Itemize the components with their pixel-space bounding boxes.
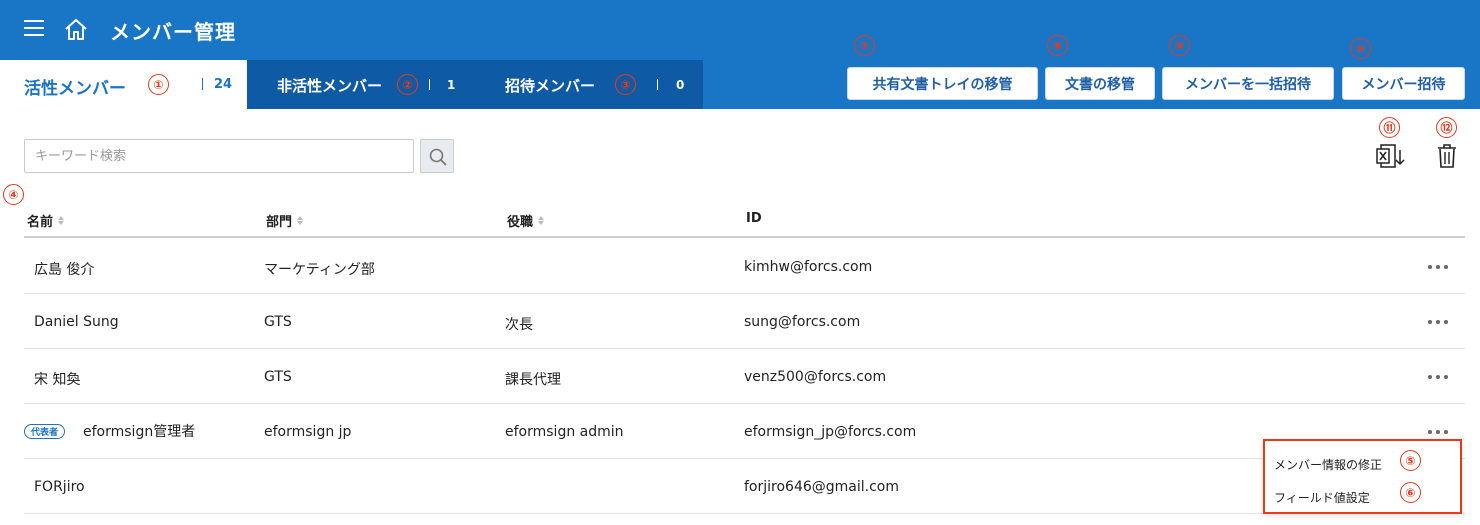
cell-name: 広島 俊介 xyxy=(34,262,95,278)
cell-name: 宋 知奐 xyxy=(34,372,81,388)
trash-icon[interactable] xyxy=(1436,143,1458,169)
annotation-marker-7: ⑦ xyxy=(854,35,875,56)
table-header-divider xyxy=(24,236,1465,238)
tab-divider xyxy=(202,78,203,90)
annotation-marker-12: ⑫ xyxy=(1436,117,1457,138)
tab-count: 1 xyxy=(447,78,456,92)
more-options-icon[interactable] xyxy=(1428,265,1448,269)
tab-count: 0 xyxy=(676,78,685,92)
row-context-menu: メンバー情報の修正 フィールド値設定 xyxy=(1263,439,1462,514)
tab-inactive-members[interactable]: 非活性メンバー 1 xyxy=(247,60,475,109)
tab-count: 24 xyxy=(214,77,233,92)
tab-label: 活性メンバー xyxy=(24,79,126,99)
menu-item-edit-member[interactable]: メンバー情報の修正 xyxy=(1274,456,1382,473)
cell-name: FORjiro xyxy=(34,479,85,495)
search-input[interactable] xyxy=(24,139,414,173)
cell-id: forjiro646@gmail.com xyxy=(744,479,899,495)
search-icon xyxy=(429,148,447,166)
more-options-icon[interactable] xyxy=(1428,320,1448,324)
page-title: メンバー管理 xyxy=(110,20,236,44)
tab-label: 非活性メンバー xyxy=(277,77,383,95)
sort-icon xyxy=(297,216,304,225)
cell-dept: GTS xyxy=(264,314,292,330)
search-button[interactable] xyxy=(420,139,454,173)
cell-id: eformsign_jp@forcs.com xyxy=(744,424,917,440)
cell-id: kimhw@forcs.com xyxy=(744,259,873,275)
sort-icon xyxy=(58,216,65,225)
more-options-icon[interactable] xyxy=(1428,375,1448,379)
table-row[interactable]: 宋 知奐 GTS 課長代理 venz500@forcs.com xyxy=(24,349,1465,404)
annotation-marker-11: ⑪ xyxy=(1379,117,1400,138)
column-header-role[interactable]: 役職 xyxy=(507,211,545,230)
table-row[interactable]: 広島 俊介 マーケティング部 kimhw@forcs.com xyxy=(24,239,1465,294)
transfer-documents-button[interactable]: 文書の移管 xyxy=(1045,67,1155,100)
hamburger-icon[interactable] xyxy=(24,20,44,38)
transfer-shared-tray-button[interactable]: 共有文書トレイの移管 xyxy=(847,67,1038,100)
cell-role: eformsign admin xyxy=(505,424,624,440)
annotation-marker-3: ③ xyxy=(615,74,636,95)
column-header-label: 役職 xyxy=(507,215,534,230)
annotation-marker-10: ⑩ xyxy=(1350,38,1371,59)
cell-dept: eformsign jp xyxy=(264,424,352,440)
column-header-label: 部門 xyxy=(266,215,293,230)
cell-id: sung@forcs.com xyxy=(744,314,861,330)
tab-divider xyxy=(429,79,430,90)
menu-item-field-value[interactable]: フィールド値設定 xyxy=(1274,489,1370,506)
annotation-marker-6: ⑥ xyxy=(1400,482,1421,503)
sort-icon xyxy=(538,216,545,225)
cell-role: 次長 xyxy=(505,317,533,333)
cell-role: 課長代理 xyxy=(505,372,561,388)
bulk-invite-button[interactable]: メンバーを一括招待 xyxy=(1162,67,1334,100)
table-row[interactable]: FORjiro forjiro646@gmail.com xyxy=(24,459,1465,514)
annotation-marker-1: ① xyxy=(148,74,169,95)
cell-id: venz500@forcs.com xyxy=(744,369,887,385)
table-row[interactable]: Daniel Sung GTS 次長 sung@forcs.com xyxy=(24,294,1465,349)
tab-label: 招待メンバー xyxy=(505,77,596,95)
column-header-id: ID xyxy=(746,211,762,226)
column-header-label: 名前 xyxy=(27,215,54,230)
column-header-name[interactable]: 名前 xyxy=(27,211,65,230)
column-header-dept[interactable]: 部門 xyxy=(266,211,304,230)
home-icon[interactable] xyxy=(63,17,89,41)
table-row[interactable]: 代表者 eformsign管理者 eformsign jp eformsign … xyxy=(24,404,1465,459)
representative-badge: 代表者 xyxy=(24,424,66,439)
cell-name: Daniel Sung xyxy=(34,314,119,330)
cell-dept: マーケティング部 xyxy=(264,262,375,278)
excel-download-icon[interactable] xyxy=(1375,142,1407,170)
cell-dept: GTS xyxy=(264,369,292,385)
annotation-marker-9: ⑨ xyxy=(1169,35,1190,56)
column-header-label: ID xyxy=(746,211,762,226)
cell-name: eformsign管理者 xyxy=(83,424,196,440)
annotation-marker-2: ② xyxy=(397,74,418,95)
annotation-marker-4: ④ xyxy=(3,184,24,205)
annotation-marker-8: ⑧ xyxy=(1047,35,1068,56)
tab-invited-members[interactable]: 招待メンバー 0 xyxy=(475,60,703,109)
tab-divider xyxy=(657,79,658,90)
tab-active-members[interactable]: 活性メンバー 24 xyxy=(0,60,247,109)
annotation-marker-5: ⑤ xyxy=(1400,450,1421,471)
more-options-icon[interactable] xyxy=(1428,430,1448,434)
invite-member-button[interactable]: メンバー招待 xyxy=(1342,67,1465,100)
app-header: メンバー管理 xyxy=(0,0,1480,60)
